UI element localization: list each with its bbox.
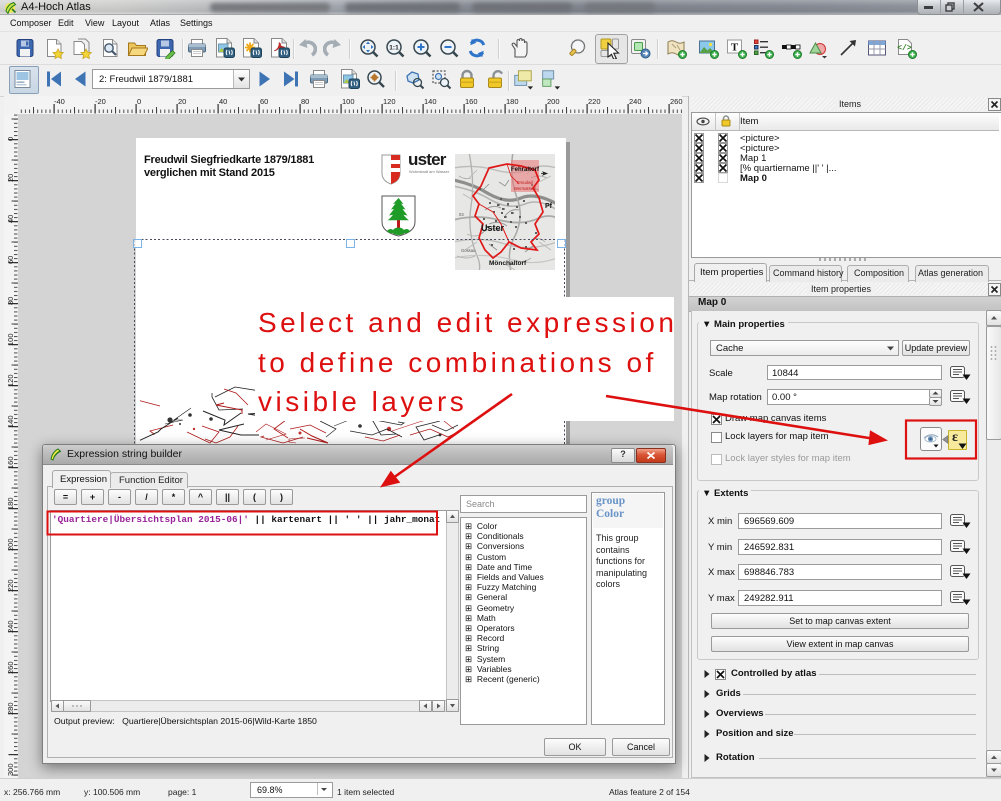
svg-text:Mönchaltorf: Mönchaltorf [489,260,527,267]
svg-text:Fehraltorf: Fehraltorf [511,167,540,173]
svg-text:T: T [731,42,739,54]
svg-text:Freudwil: Freudwil [517,180,533,185]
svg-text:Wermatswil: Wermatswil [514,186,536,191]
svg-text:Gossau: Gossau [461,248,476,253]
svg-text:Pf: Pf [545,203,553,210]
svg-text:1:1: 1:1 [389,45,399,52]
svg-text:03: 03 [459,212,464,217]
svg-text:Uster: Uster [481,223,505,233]
